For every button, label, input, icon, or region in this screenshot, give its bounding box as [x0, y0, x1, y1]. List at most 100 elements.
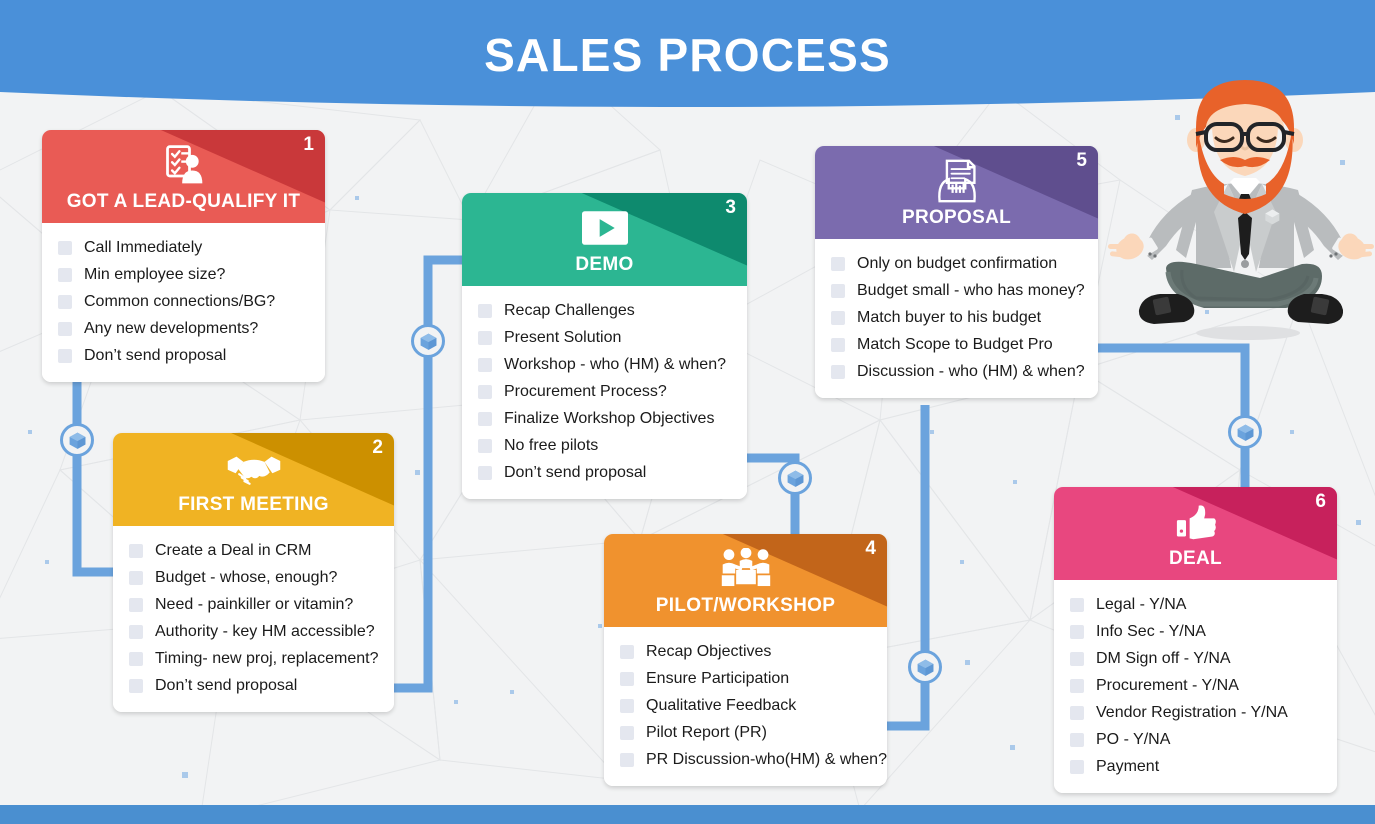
card-checklist: Only on budget confirmation Budget small … — [815, 239, 1098, 398]
checklist-item[interactable]: Vendor Registration - Y/NA — [1054, 699, 1337, 726]
checkbox[interactable] — [620, 725, 634, 740]
checkbox[interactable] — [129, 570, 143, 585]
checklist-item[interactable]: PO - Y/NA — [1054, 726, 1337, 753]
checkbox[interactable] — [478, 303, 492, 318]
checklist-item-label: Only on budget confirmation — [857, 255, 1058, 272]
checklist-item-label: Match Scope to Budget Pro — [857, 336, 1053, 353]
checklist-item[interactable]: No free pilots — [462, 432, 747, 459]
checkbox[interactable] — [58, 240, 72, 255]
checkbox[interactable] — [1070, 732, 1084, 747]
checklist-item[interactable]: Info Sec - Y/NA — [1054, 618, 1337, 645]
checklist-item-label: Recap Objectives — [646, 643, 772, 660]
checklist-item[interactable]: Recap Challenges — [462, 297, 747, 324]
checkbox[interactable] — [831, 364, 845, 379]
checkbox[interactable] — [58, 321, 72, 336]
thumbs-up-icon — [1054, 499, 1337, 545]
checklist-item[interactable]: PR Discussion-who(HM) & when? — [604, 746, 887, 773]
card-checklist: Recap Challenges Present Solution Workshop… — [462, 286, 747, 499]
card-header: 1 GOT A LEAD-QUALIFY IT — [42, 130, 325, 223]
checklist-item[interactable]: Authority - key HM accessible? — [113, 618, 394, 645]
card-got-a-lead-qualify-it[interactable]: 1 GOT A LEAD-QUALIFY IT Call Immediately Mi… — [42, 130, 325, 382]
checkbox[interactable] — [1070, 678, 1084, 693]
checklist-item[interactable]: Budget - whose, enough? — [113, 564, 394, 591]
checkbox[interactable] — [1070, 759, 1084, 774]
checklist-item[interactable]: Don’t send proposal — [42, 342, 325, 369]
checklist-item-label: Don’t send proposal — [504, 464, 647, 481]
checklist-item[interactable]: Workshop - who (HM) & when? — [462, 351, 747, 378]
checkbox[interactable] — [620, 671, 634, 686]
checkbox[interactable] — [1070, 597, 1084, 612]
checklist-item[interactable]: DM Sign off - Y/NA — [1054, 645, 1337, 672]
checklist-item[interactable]: Timing- new proj, replacement? — [113, 645, 394, 672]
checkbox[interactable] — [620, 698, 634, 713]
checkbox[interactable] — [831, 310, 845, 325]
checklist-item-label: Qualitative Feedback — [646, 697, 797, 714]
checkbox[interactable] — [129, 678, 143, 693]
node-demo-to-pilot — [778, 461, 812, 495]
card-proposal[interactable]: 5 PROPOSAL Only on budget confirmation Budg… — [815, 146, 1098, 398]
checkbox[interactable] — [1070, 651, 1084, 666]
node-first-meeting-to-demo — [411, 324, 445, 358]
checkbox[interactable] — [478, 330, 492, 345]
card-deal[interactable]: 6 DEAL Legal - Y/NA Info Sec - Y/NA DM Sign … — [1054, 487, 1337, 793]
checklist-item[interactable]: Need - painkiller or vitamin? — [113, 591, 394, 618]
checklist-item[interactable]: Procurement - Y/NA — [1054, 672, 1337, 699]
checkbox[interactable] — [831, 337, 845, 352]
checkbox[interactable] — [620, 752, 634, 767]
card-demo[interactable]: 3 DEMO Recap Challenges Present Solution Wor… — [462, 193, 747, 499]
checklist-item-label: Payment — [1096, 758, 1160, 775]
checkbox[interactable] — [58, 267, 72, 282]
checklist-item-label: Info Sec - Y/NA — [1096, 623, 1206, 640]
checklist-item[interactable]: Match Scope to Budget Pro — [815, 331, 1098, 358]
checkbox[interactable] — [478, 465, 492, 480]
card-pilot-workshop[interactable]: 4 PILOT/WORKSHOP Recap Objectives Ensure Pa… — [604, 534, 887, 786]
checklist-item[interactable]: Don’t send proposal — [113, 672, 394, 699]
checkbox[interactable] — [831, 283, 845, 298]
card-header: 5 PROPOSAL — [815, 146, 1098, 239]
checklist-item[interactable]: Match buyer to his budget — [815, 304, 1098, 331]
checklist-item[interactable]: Don’t send proposal — [462, 459, 747, 486]
checklist-item[interactable]: Procurement Process? — [462, 378, 747, 405]
checkbox[interactable] — [1070, 624, 1084, 639]
checklist-item[interactable]: Only on budget confirmation — [815, 250, 1098, 277]
checkbox[interactable] — [620, 644, 634, 659]
checkbox[interactable] — [478, 357, 492, 372]
checklist-item-label: Create a Deal in CRM — [155, 542, 312, 559]
checkbox[interactable] — [129, 624, 143, 639]
checkbox[interactable] — [58, 348, 72, 363]
checklist-item[interactable]: Qualitative Feedback — [604, 692, 887, 719]
checkbox[interactable] — [831, 256, 845, 271]
checklist-item[interactable]: Min employee size? — [42, 261, 325, 288]
checkbox[interactable] — [129, 543, 143, 558]
checklist-item[interactable]: Any new developments? — [42, 315, 325, 342]
checklist-item-label: DM Sign off - Y/NA — [1096, 650, 1231, 667]
checkbox[interactable] — [129, 597, 143, 612]
checklist-item[interactable]: Payment — [1054, 753, 1337, 780]
checkbox[interactable] — [129, 651, 143, 666]
checkbox[interactable] — [478, 411, 492, 426]
checklist-item[interactable]: Ensure Participation — [604, 665, 887, 692]
checklist-item[interactable]: Create a Deal in CRM — [113, 537, 394, 564]
checkbox[interactable] — [478, 384, 492, 399]
meditating-businessman-illustration — [1108, 80, 1374, 340]
checklist-item-label: Don’t send proposal — [84, 347, 227, 364]
checklist-item[interactable]: Discussion - who (HM) & when? — [815, 358, 1098, 385]
card-header: 2 FIRST MEETING — [113, 433, 394, 526]
checklist-item[interactable]: Common connections/BG? — [42, 288, 325, 315]
checklist-item-label: Finalize Workshop Objectives — [504, 410, 715, 427]
checklist-item[interactable]: Call Immediately — [42, 234, 325, 261]
card-number: 5 — [1076, 150, 1087, 171]
checkbox[interactable] — [1070, 705, 1084, 720]
checklist-item-label: Legal - Y/NA — [1096, 596, 1187, 613]
card-first-meeting[interactable]: 2 FIRST MEETING Create a Deal in CRM Budget… — [113, 433, 394, 712]
checkbox[interactable] — [58, 294, 72, 309]
checklist-item[interactable]: Present Solution — [462, 324, 747, 351]
checklist-item[interactable]: Legal - Y/NA — [1054, 591, 1337, 618]
checklist-item[interactable]: Recap Objectives — [604, 638, 887, 665]
card-checklist: Call Immediately Min employee size? Common… — [42, 223, 325, 382]
checklist-item[interactable]: Budget small - who has money? — [815, 277, 1098, 304]
checklist-item[interactable]: Pilot Report (PR) — [604, 719, 887, 746]
checklist-item[interactable]: Finalize Workshop Objectives — [462, 405, 747, 432]
checkbox[interactable] — [478, 438, 492, 453]
checklist-item-label: Need - painkiller or vitamin? — [155, 596, 354, 613]
